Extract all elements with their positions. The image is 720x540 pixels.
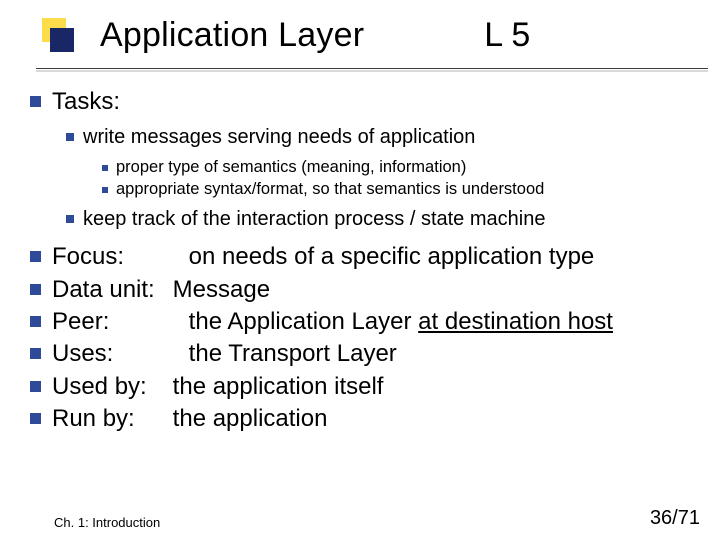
bullet-icon: [102, 165, 108, 171]
bullet-peer-text: Peer: the Application Layer at destinati…: [52, 306, 613, 338]
usedby-label: Used by:: [52, 371, 166, 403]
bullet-usedby: Used by: the application itself: [30, 371, 708, 403]
runby-value: the application: [173, 405, 328, 432]
peer-value-underline: at destination host: [418, 308, 613, 335]
bullet-icon: [30, 96, 41, 107]
slide-title-layer: L 5: [484, 16, 530, 55]
dataunit-value: Message: [173, 276, 270, 303]
bullet-icon: [30, 348, 41, 359]
bullet-uses: Uses: the Transport Layer: [30, 338, 708, 370]
dataunit-label: Data unit:: [52, 274, 166, 306]
runby-label: Run by:: [52, 403, 166, 435]
bullet-dataunit: Data unit: Message: [30, 274, 708, 306]
bullet-icon: [66, 133, 74, 141]
bullet-task1-sub1-text: proper type of semantics (meaning, infor…: [116, 157, 466, 178]
bullet-task1-sub2-text: appropriate syntax/format, so that seman…: [116, 179, 544, 200]
bullet-icon: [30, 381, 41, 392]
bullet-focus-text: Focus: on needs of a specific applicatio…: [52, 241, 594, 273]
peer-value-pre: the Application Layer: [189, 308, 419, 335]
bullet-tasks-text: Tasks:: [52, 86, 120, 118]
title-rule-shadow: [36, 70, 708, 72]
bullet-peer: Peer: the Application Layer at destinati…: [30, 306, 708, 338]
footer: Ch. 1: Introduction 36/71: [54, 507, 700, 530]
bullet-task2: keep track of the interaction process / …: [66, 206, 708, 233]
bullet-runby-text: Run by: the application: [52, 403, 327, 435]
focus-label: Focus:: [52, 241, 166, 273]
bullet-task1-text: write messages serving needs of applicat…: [83, 124, 475, 151]
bullet-icon: [30, 316, 41, 327]
bullet-runby: Run by: the application: [30, 403, 708, 435]
uses-label: Uses:: [52, 338, 166, 370]
bullet-task1-sub2: appropriate syntax/format, so that seman…: [102, 179, 708, 200]
title-row: Application Layer L 5: [54, 16, 700, 55]
bullet-task2-text: keep track of the interaction process / …: [83, 206, 545, 233]
bullet-dataunit-text: Data unit: Message: [52, 274, 270, 306]
bullet-icon: [66, 215, 74, 223]
bullet-icon: [30, 251, 41, 262]
bullet-icon: [102, 187, 108, 193]
title-rule: [36, 68, 708, 69]
content-area: Tasks: write messages serving needs of a…: [30, 86, 708, 436]
bullet-icon: [30, 284, 41, 295]
bullet-focus: Focus: on needs of a specific applicatio…: [30, 241, 708, 273]
bullet-task1: write messages serving needs of applicat…: [66, 124, 708, 151]
slide-title: Application Layer: [100, 16, 364, 55]
slide: Application Layer L 5 Tasks: write messa…: [0, 0, 720, 540]
bullet-tasks: Tasks:: [30, 86, 708, 118]
footer-page-number: 36/71: [650, 507, 700, 530]
uses-value: the Transport Layer: [189, 340, 397, 367]
usedby-value: the application itself: [173, 373, 384, 400]
bullet-icon: [30, 413, 41, 424]
bullet-task1-sub1: proper type of semantics (meaning, infor…: [102, 157, 708, 178]
focus-value: on needs of a specific application type: [189, 243, 595, 270]
peer-label: Peer:: [52, 306, 166, 338]
footer-chapter: Ch. 1: Introduction: [54, 515, 160, 530]
bullet-usedby-text: Used by: the application itself: [52, 371, 383, 403]
bullet-uses-text: Uses: the Transport Layer: [52, 338, 397, 370]
